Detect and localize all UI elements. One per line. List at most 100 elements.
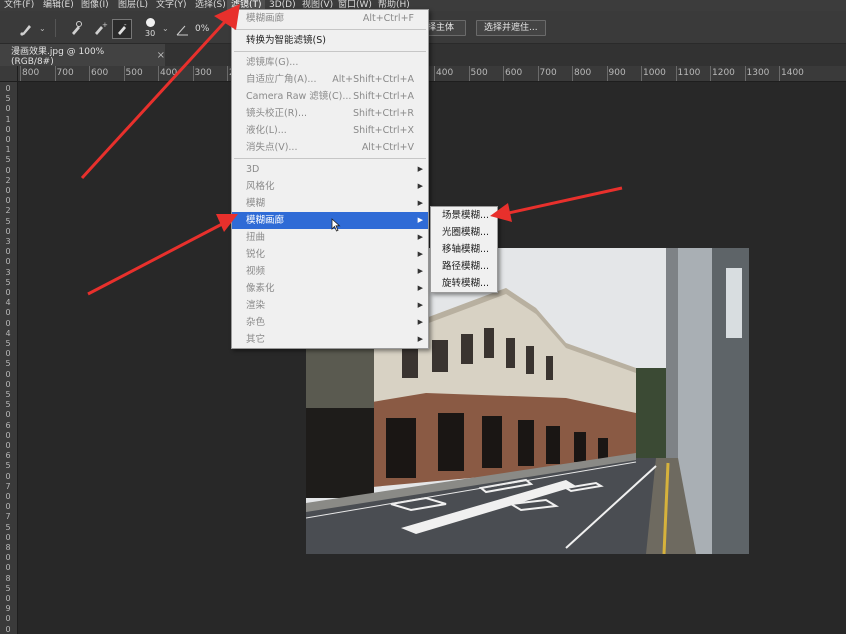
horizontal-ruler[interactable]: 8007006005004003002001000100200300400500… bbox=[18, 66, 846, 82]
filter-menu-item[interactable]: 风格化 ▶ bbox=[232, 178, 428, 195]
ruler-label: 0 bbox=[5, 594, 11, 603]
blur-gallery-submenu: 场景模糊... 光圈模糊... 移轴模糊... 路径模糊... 旋转模糊... bbox=[430, 206, 498, 293]
ruler-label: 5 bbox=[5, 522, 11, 532]
filter-menu-item[interactable]: 模糊画廊 Alt+Ctrl+F bbox=[232, 10, 428, 27]
ruler-label: 5 bbox=[5, 155, 11, 165]
filter-menu-item[interactable]: 杂色 ▶ bbox=[232, 314, 428, 331]
ruler-label: 5 bbox=[5, 400, 11, 410]
ruler-label: 400 bbox=[436, 68, 454, 78]
menu-item-blur-gallery[interactable]: 模糊画廊 ▶ bbox=[232, 212, 428, 229]
ruler-label: 0 bbox=[5, 165, 11, 175]
ruler-label: 0 bbox=[5, 318, 11, 328]
ruler-corner[interactable] bbox=[0, 66, 18, 82]
filter-menu-item[interactable]: 3D ▶ bbox=[232, 161, 428, 178]
vertical-ruler[interactable]: 0501001502002503003504004505005506006507… bbox=[0, 82, 18, 634]
filter-menu-item[interactable]: 转换为智能滤镜(S) bbox=[232, 32, 428, 49]
ruler-label: 5 bbox=[5, 583, 11, 593]
filter-menu-item[interactable]: 扭曲 ▶ bbox=[232, 229, 428, 246]
angle-icon bbox=[176, 25, 188, 36]
ruler-label: 700 bbox=[56, 68, 74, 78]
chevron-down-icon[interactable]: ⌄ bbox=[162, 24, 169, 33]
ruler-label: 2 bbox=[5, 175, 11, 185]
menu-item[interactable]: 图层(L) bbox=[114, 0, 152, 11]
ruler-label: 8 bbox=[5, 543, 11, 552]
ruler-label: 0 bbox=[5, 135, 11, 144]
svg-text:+: + bbox=[102, 21, 108, 29]
filter-menu-item[interactable]: 锐化 ▶ bbox=[232, 246, 428, 263]
filter-menu-item[interactable]: 液化(L)... Shift+Ctrl+X bbox=[232, 122, 428, 139]
angle-value[interactable]: 0% bbox=[195, 24, 209, 34]
menu-item-label: 其它 bbox=[246, 334, 266, 345]
filter-menu-item[interactable]: 像素化 ▶ bbox=[232, 280, 428, 297]
filter-menu-item[interactable]: 其它 ▶ bbox=[232, 331, 428, 348]
ruler-label: 0 bbox=[5, 247, 11, 257]
blur-gallery-item[interactable]: 路径模糊... bbox=[431, 258, 497, 275]
menu-item-label: 模糊画廊 bbox=[246, 215, 285, 226]
ruler-tick bbox=[123, 66, 125, 81]
blur-gallery-item[interactable]: 旋转模糊... bbox=[431, 275, 497, 292]
ruler-tick bbox=[572, 66, 573, 81]
menu-item-shortcut: Alt+Ctrl+F bbox=[362, 13, 414, 24]
ruler-label: 700 bbox=[539, 68, 557, 78]
filter-menu-item[interactable]: 渲染 ▶ bbox=[232, 297, 428, 314]
menu-item-label: 杂色 bbox=[246, 317, 266, 328]
ruler-label: 2 bbox=[5, 206, 11, 216]
menu-separator bbox=[234, 29, 426, 30]
filter-menu-item[interactable]: 视频 ▶ bbox=[232, 263, 428, 280]
ruler-label: 8 bbox=[5, 573, 11, 583]
ruler-label: 500 bbox=[125, 68, 143, 78]
ruler-label: 5 bbox=[5, 277, 11, 287]
filter-menu-item[interactable]: 自适应广角(A)... Alt+Shift+Ctrl+A bbox=[232, 71, 428, 88]
blur-gallery-item[interactable]: 移轴模糊... bbox=[431, 241, 497, 258]
select-and-mask-button[interactable]: 选择并遮住... bbox=[476, 20, 546, 36]
brush-tool-icon[interactable] bbox=[18, 20, 36, 38]
ruler-label: 7 bbox=[5, 481, 11, 491]
ruler-label: 0 bbox=[5, 288, 11, 297]
menu-item[interactable]: 选择(S) bbox=[191, 0, 227, 11]
menu-item-label: 转换为智能滤镜(S) bbox=[246, 35, 326, 46]
close-icon[interactable]: × bbox=[157, 50, 165, 61]
blur-gallery-item[interactable]: 光圈模糊... bbox=[431, 224, 497, 241]
menu-item-shortcut: Shift+Ctrl+X bbox=[353, 125, 414, 136]
menu-item-label: 风格化 bbox=[246, 181, 275, 192]
new-selection-brush-icon[interactable] bbox=[67, 20, 85, 38]
subtract-selection-brush-button[interactable]: - bbox=[112, 19, 132, 39]
menu-item-shortcut: Shift+Ctrl+A bbox=[353, 91, 414, 102]
menu-item[interactable]: 文件(F) bbox=[0, 0, 39, 11]
ruler-tick bbox=[434, 66, 435, 81]
menu-item[interactable]: 编辑(E) bbox=[39, 0, 77, 11]
ruler-label: 3 bbox=[5, 237, 11, 246]
ruler-tick bbox=[20, 66, 21, 81]
mouse-cursor-icon bbox=[331, 218, 341, 232]
menu-item-label: 3D bbox=[246, 164, 260, 175]
ruler-label: 600 bbox=[91, 68, 109, 78]
menu-item-label: 像素化 bbox=[246, 283, 275, 294]
blur-gallery-item[interactable]: 场景模糊... bbox=[431, 207, 497, 224]
ruler-label: 0 bbox=[5, 349, 11, 359]
menu-item[interactable]: 图像(I) bbox=[77, 0, 114, 11]
filter-menu-item[interactable]: 镜头校正(R)... Shift+Ctrl+R bbox=[232, 105, 428, 122]
ruler-label: 5 bbox=[5, 216, 11, 226]
ruler-tick bbox=[606, 66, 608, 81]
add-selection-brush-icon[interactable]: + bbox=[90, 20, 108, 38]
filter-menu-item[interactable]: 消失点(V)... Alt+Ctrl+V bbox=[232, 139, 428, 156]
menu-item[interactable]: 文字(Y) bbox=[152, 0, 191, 11]
ruler-label: 0 bbox=[5, 308, 11, 318]
ruler-label: 1000 bbox=[643, 68, 666, 78]
chevron-down-icon[interactable]: ⌄ bbox=[39, 24, 46, 33]
brush-preview-icon[interactable] bbox=[146, 18, 155, 27]
ruler-label: 0 bbox=[5, 186, 11, 195]
ruler-tick bbox=[54, 66, 56, 81]
menu-item-label: 镜头校正(R)... bbox=[246, 108, 308, 119]
filter-menu-item[interactable]: 滤镜库(G)... bbox=[232, 54, 428, 71]
ruler-label: 0 bbox=[5, 104, 11, 114]
ruler-label: 1300 bbox=[746, 68, 770, 78]
ruler-label: 1400 bbox=[781, 68, 804, 78]
svg-text:-: - bbox=[124, 21, 127, 29]
menu-item-shortcut: Alt+Ctrl+V bbox=[361, 142, 414, 153]
menu-item-label: 自适应广角(A)... bbox=[246, 74, 317, 85]
document-tab[interactable]: 漫画效果.jpg @ 100%(RGB/8#) × bbox=[0, 44, 165, 67]
ruler-tick bbox=[468, 66, 470, 81]
filter-menu-item[interactable]: 模糊 ▶ bbox=[232, 195, 428, 212]
filter-menu-item[interactable]: Camera Raw 滤镜(C)... Shift+Ctrl+A bbox=[232, 88, 428, 105]
